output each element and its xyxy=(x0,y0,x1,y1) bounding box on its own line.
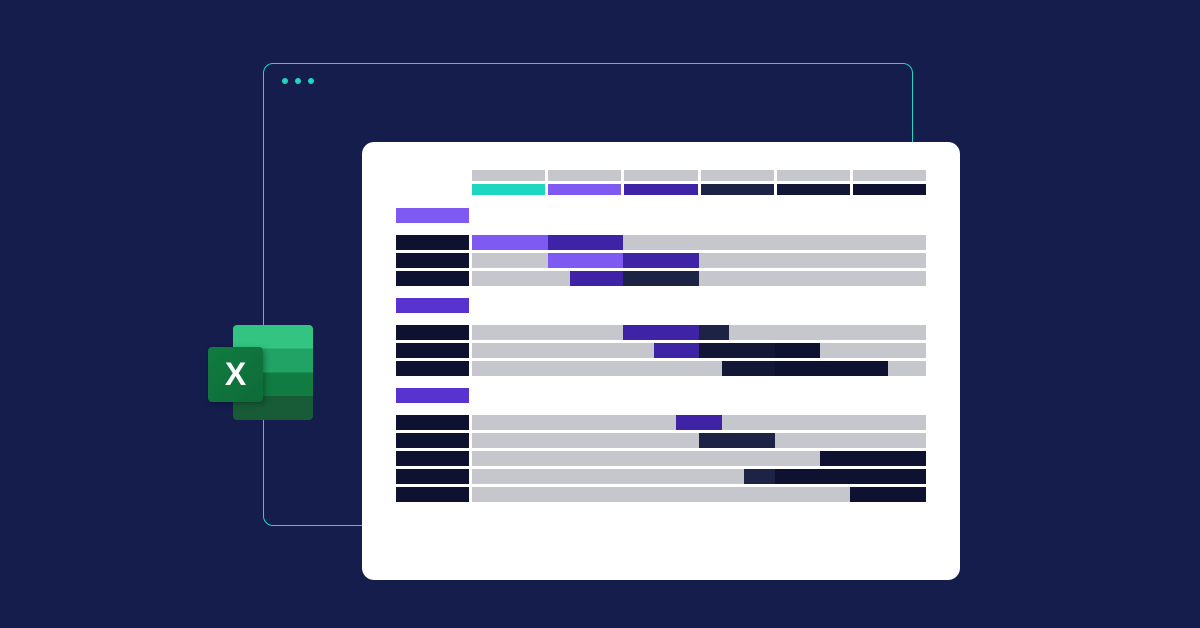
gantt-task-row xyxy=(396,253,926,268)
gantt-row-label xyxy=(396,361,469,376)
gantt-row-label xyxy=(396,433,469,448)
gantt-bar xyxy=(820,451,926,466)
gantt-track-bg xyxy=(472,271,926,286)
gantt-bar xyxy=(623,253,699,268)
gantt-bar xyxy=(623,325,699,340)
excel-icon-front: X xyxy=(208,347,263,402)
gantt-header-cell xyxy=(624,170,697,181)
gantt-bar xyxy=(472,235,548,250)
gantt-header-cell xyxy=(777,170,850,181)
gantt-row-label xyxy=(396,253,469,268)
gantt-track xyxy=(472,415,926,430)
gantt-group-header xyxy=(396,388,926,403)
gantt-bar xyxy=(570,271,623,286)
gantt-row-label xyxy=(396,469,469,484)
gantt-task-row xyxy=(396,433,926,448)
gantt-task-row xyxy=(396,343,926,358)
gantt-bar xyxy=(744,469,774,484)
gantt-track xyxy=(472,343,926,358)
gantt-bar xyxy=(850,487,926,502)
gantt-color-header-row xyxy=(472,184,926,195)
gantt-bar xyxy=(775,361,851,376)
gantt-header-cell xyxy=(853,170,926,181)
gantt-row-label xyxy=(396,451,469,466)
gantt-row-label xyxy=(396,343,469,358)
gantt-scale-cell xyxy=(472,184,545,195)
gantt-track xyxy=(472,451,926,466)
gantt-task-row xyxy=(396,415,926,430)
gantt-header-cell xyxy=(701,170,774,181)
gantt-body xyxy=(396,208,926,502)
gantt-row-label xyxy=(396,298,469,313)
gantt-track xyxy=(472,361,926,376)
gantt-bar xyxy=(654,343,699,358)
gantt-track xyxy=(472,271,926,286)
gantt-bar xyxy=(676,415,721,430)
gantt-bar xyxy=(722,361,775,376)
gantt-track xyxy=(472,325,926,340)
gantt-bar xyxy=(775,343,820,358)
gantt-row-label xyxy=(396,325,469,340)
gantt-row-label xyxy=(396,235,469,250)
gantt-track xyxy=(472,253,926,268)
gantt-header-cell xyxy=(472,170,545,181)
gantt-row-label xyxy=(396,415,469,430)
gantt-bar xyxy=(775,469,926,484)
gantt-task-row xyxy=(396,361,926,376)
gantt-scale-cell xyxy=(777,184,850,195)
window-dot xyxy=(282,78,288,84)
gantt-card xyxy=(362,142,960,580)
gantt-bar xyxy=(699,343,775,358)
gantt-track-bg xyxy=(472,253,926,268)
gantt-header-row xyxy=(472,170,926,181)
gantt-track xyxy=(472,433,926,448)
gantt-row-label xyxy=(396,487,469,502)
gantt-track xyxy=(472,388,926,403)
gantt-track xyxy=(472,469,926,484)
gantt-row-label xyxy=(396,271,469,286)
gantt-track xyxy=(472,298,926,313)
gantt-row-label xyxy=(396,388,469,403)
gantt-task-row xyxy=(396,235,926,250)
window-dot xyxy=(308,78,314,84)
gantt-scale-cell xyxy=(853,184,926,195)
gantt-scale-cell xyxy=(624,184,697,195)
gantt-bar xyxy=(548,235,624,250)
gantt-track xyxy=(472,235,926,250)
excel-icon: X xyxy=(203,325,313,435)
gantt-bar xyxy=(699,325,729,340)
gantt-bar xyxy=(548,253,624,268)
gantt-task-row xyxy=(396,325,926,340)
window-dot xyxy=(295,78,301,84)
gantt-group-header xyxy=(396,208,926,223)
gantt-task-row xyxy=(396,451,926,466)
window-controls xyxy=(282,78,314,84)
gantt-row-label xyxy=(396,208,469,223)
gantt-task-row xyxy=(396,487,926,502)
gantt-scale-cell xyxy=(548,184,621,195)
gantt-task-row xyxy=(396,469,926,484)
gantt-bar xyxy=(850,361,888,376)
excel-x-letter: X xyxy=(225,356,246,393)
gantt-header-cell xyxy=(548,170,621,181)
gantt-bar xyxy=(623,271,699,286)
gantt-track xyxy=(472,208,926,223)
gantt-task-row xyxy=(396,271,926,286)
gantt-bar xyxy=(699,433,775,448)
gantt-track xyxy=(472,487,926,502)
gantt-group-header xyxy=(396,298,926,313)
gantt-scale-cell xyxy=(701,184,774,195)
